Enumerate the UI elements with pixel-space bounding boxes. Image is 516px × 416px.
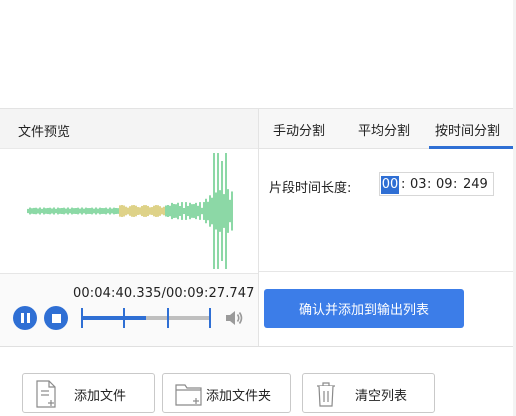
add-folder-label: 添加文件夹 <box>206 389 272 404</box>
stop-button[interactable] <box>44 306 68 330</box>
playback-progress-bar[interactable] <box>81 308 211 328</box>
segment-marker[interactable] <box>123 308 125 328</box>
milliseconds-field[interactable]: 249 <box>463 176 488 194</box>
hours-field[interactable]: 00 <box>381 176 399 194</box>
waveform <box>27 153 233 269</box>
range-start-handle[interactable] <box>81 308 83 328</box>
tab-manual-split[interactable]: 手动分割 <box>273 120 325 139</box>
seconds-field[interactable]: 09 <box>436 176 453 194</box>
player-controls: 00:04:40.335/00:09:27.747 <box>0 273 258 347</box>
segment-marker[interactable] <box>167 308 169 328</box>
add-file-icon <box>36 380 56 408</box>
split-mode-tabs: 手动分割 平均分割 按时间分割 <box>259 109 516 149</box>
segment-length-input[interactable]: 00 : 03 : 09 : 249 <box>379 172 494 196</box>
divider <box>259 271 516 272</box>
add-folder-button[interactable]: 添加文件夹 <box>162 373 291 413</box>
add-file-button[interactable]: 添加文件 <box>22 373 155 413</box>
active-tab-indicator <box>429 146 513 149</box>
file-list-area <box>0 0 516 108</box>
add-file-label: 添加文件 <box>74 389 127 404</box>
stop-icon <box>51 313 61 323</box>
time-separator: : <box>401 177 406 192</box>
volume-icon[interactable] <box>224 309 244 327</box>
add-folder-icon <box>175 384 202 406</box>
clear-list-button[interactable]: 清空列表 <box>302 373 435 413</box>
preview-header: 文件预览 <box>0 109 258 149</box>
tab-average-split[interactable]: 平均分割 <box>358 120 410 139</box>
time-separator: : <box>427 177 432 192</box>
clear-list-label: 清空列表 <box>355 389 408 404</box>
pause-button[interactable] <box>13 306 37 330</box>
confirm-add-to-output-button[interactable]: 确认并添加到输出列表 <box>264 289 464 328</box>
progress-fill <box>81 316 146 320</box>
bottom-toolbar: 添加文件 添加文件夹 清空列表 <box>0 346 516 416</box>
pause-icon <box>20 313 30 323</box>
playback-time: 00:04:40.335/00:09:27.747 <box>73 286 255 301</box>
waveform-view[interactable] <box>0 149 258 273</box>
file-preview-panel: 文件预览 00:04:40.335/00:09:27.747 <box>0 108 258 347</box>
preview-title: 文件预览 <box>18 125 71 140</box>
time-separator: : <box>453 177 458 192</box>
range-end-handle[interactable] <box>209 308 211 328</box>
split-settings-panel: 手动分割 平均分割 按时间分割 片段时间长度: 00 : 03 : 09 : 2… <box>258 108 516 346</box>
tab-time-split[interactable]: 按时间分割 <box>435 120 500 139</box>
minutes-field[interactable]: 03 <box>410 176 427 194</box>
segment-length-label: 片段时间长度: <box>269 181 352 196</box>
trash-icon <box>317 382 335 407</box>
